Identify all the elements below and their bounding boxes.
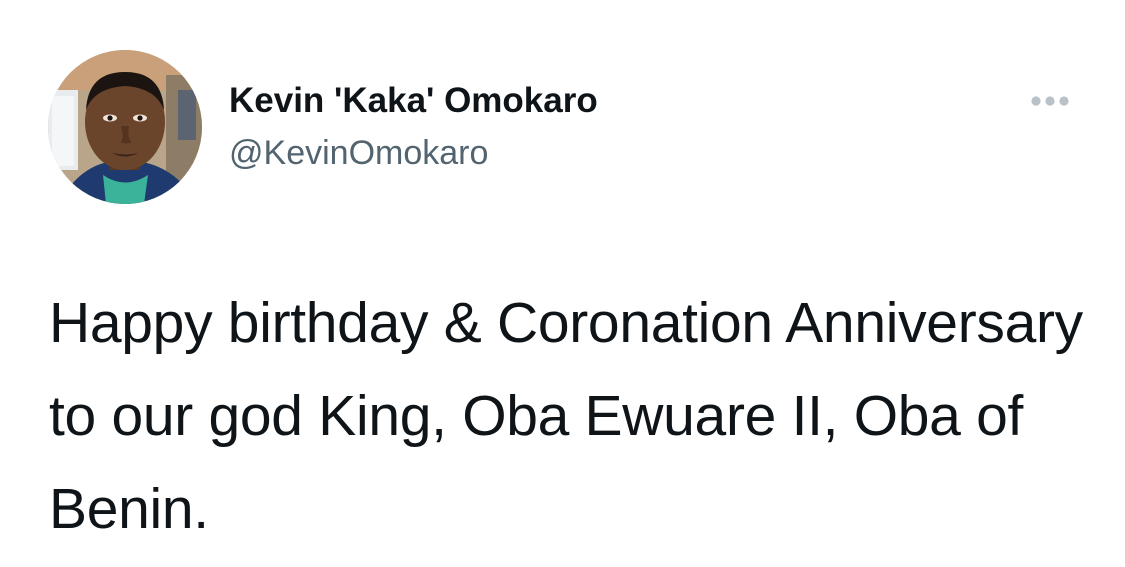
more-options-icon <box>1031 96 1069 106</box>
profile-photo-icon <box>48 50 202 204</box>
author-info: Kevin 'Kaka' Omokaro @KevinOmokaro <box>229 76 598 178</box>
author-display-name[interactable]: Kevin 'Kaka' Omokaro <box>229 76 598 126</box>
tweet-text: Happy birthday & Coronation Anniversary … <box>49 291 1083 541</box>
tweet-card: Kevin 'Kaka' Omokaro @KevinOmokaro Happy… <box>0 0 1125 567</box>
author-handle[interactable]: @KevinOmokaro <box>229 128 598 178</box>
avatar[interactable] <box>48 50 202 204</box>
more-options-button[interactable] <box>1024 88 1076 114</box>
